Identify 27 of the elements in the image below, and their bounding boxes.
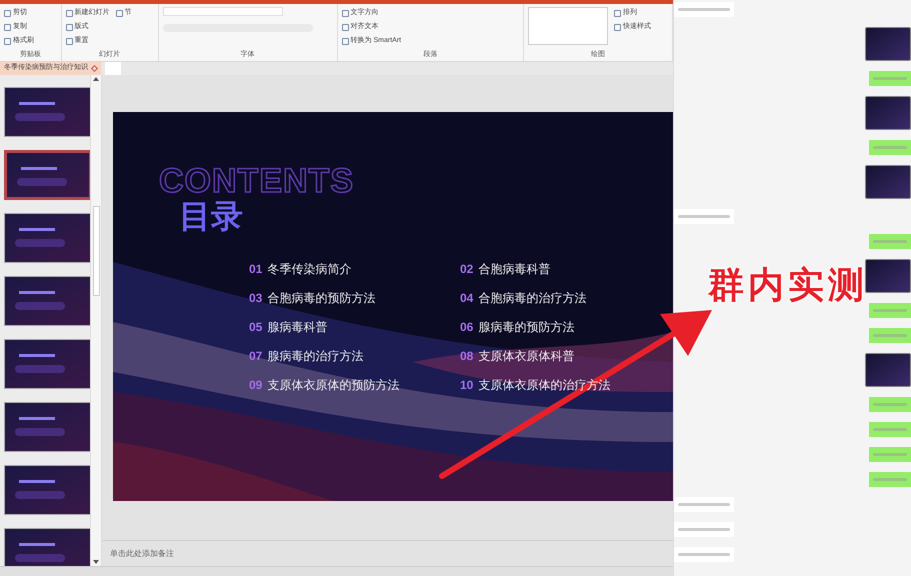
font-field[interactable] (162, 7, 283, 16)
notes-field[interactable]: 单击此处添加备注 (110, 548, 174, 560)
scrollbar[interactable] (90, 75, 102, 566)
scroll-up-icon[interactable] (93, 77, 100, 81)
contents-item: 09 支原体衣原体的预防方法 (249, 377, 400, 394)
slide-thumbnail[interactable] (4, 213, 90, 263)
scroll-down-icon[interactable] (93, 560, 100, 564)
contents-item: 05 腺病毒科普 (249, 319, 328, 336)
slide-thumbnail[interactable] (4, 339, 90, 389)
command-icon (116, 10, 123, 16)
slide-heading: 目录 (179, 200, 243, 232)
contents-item: 02 合胞病毒科普 (460, 261, 552, 278)
slide-thumbnail[interactable] (4, 276, 90, 326)
slide-thumbnail[interactable] (4, 465, 90, 515)
close-icon[interactable] (90, 64, 98, 72)
contents-item: 01 冬季传染病简介 (249, 261, 352, 278)
slide-thumbnail[interactable] (4, 402, 90, 452)
slide-heading-outline: CONTENTS (159, 164, 354, 198)
contents-item: 07 腺病毒的治疗方法 (249, 348, 364, 365)
contents-item: 03 合胞病毒的预防方法 (249, 290, 376, 307)
slide-thumbnail[interactable] (4, 150, 90, 200)
annotation-text: 群内实测 (708, 263, 868, 307)
contents-item: 06 腺病毒的预防方法 (460, 319, 576, 336)
contents-item: 04 合胞病毒的治疗方法 (460, 290, 588, 307)
slide-thumbnail[interactable] (4, 528, 90, 566)
slide-thumbnail[interactable] (4, 87, 90, 137)
contents-item: 08 支原体衣原体科普 (460, 348, 576, 365)
